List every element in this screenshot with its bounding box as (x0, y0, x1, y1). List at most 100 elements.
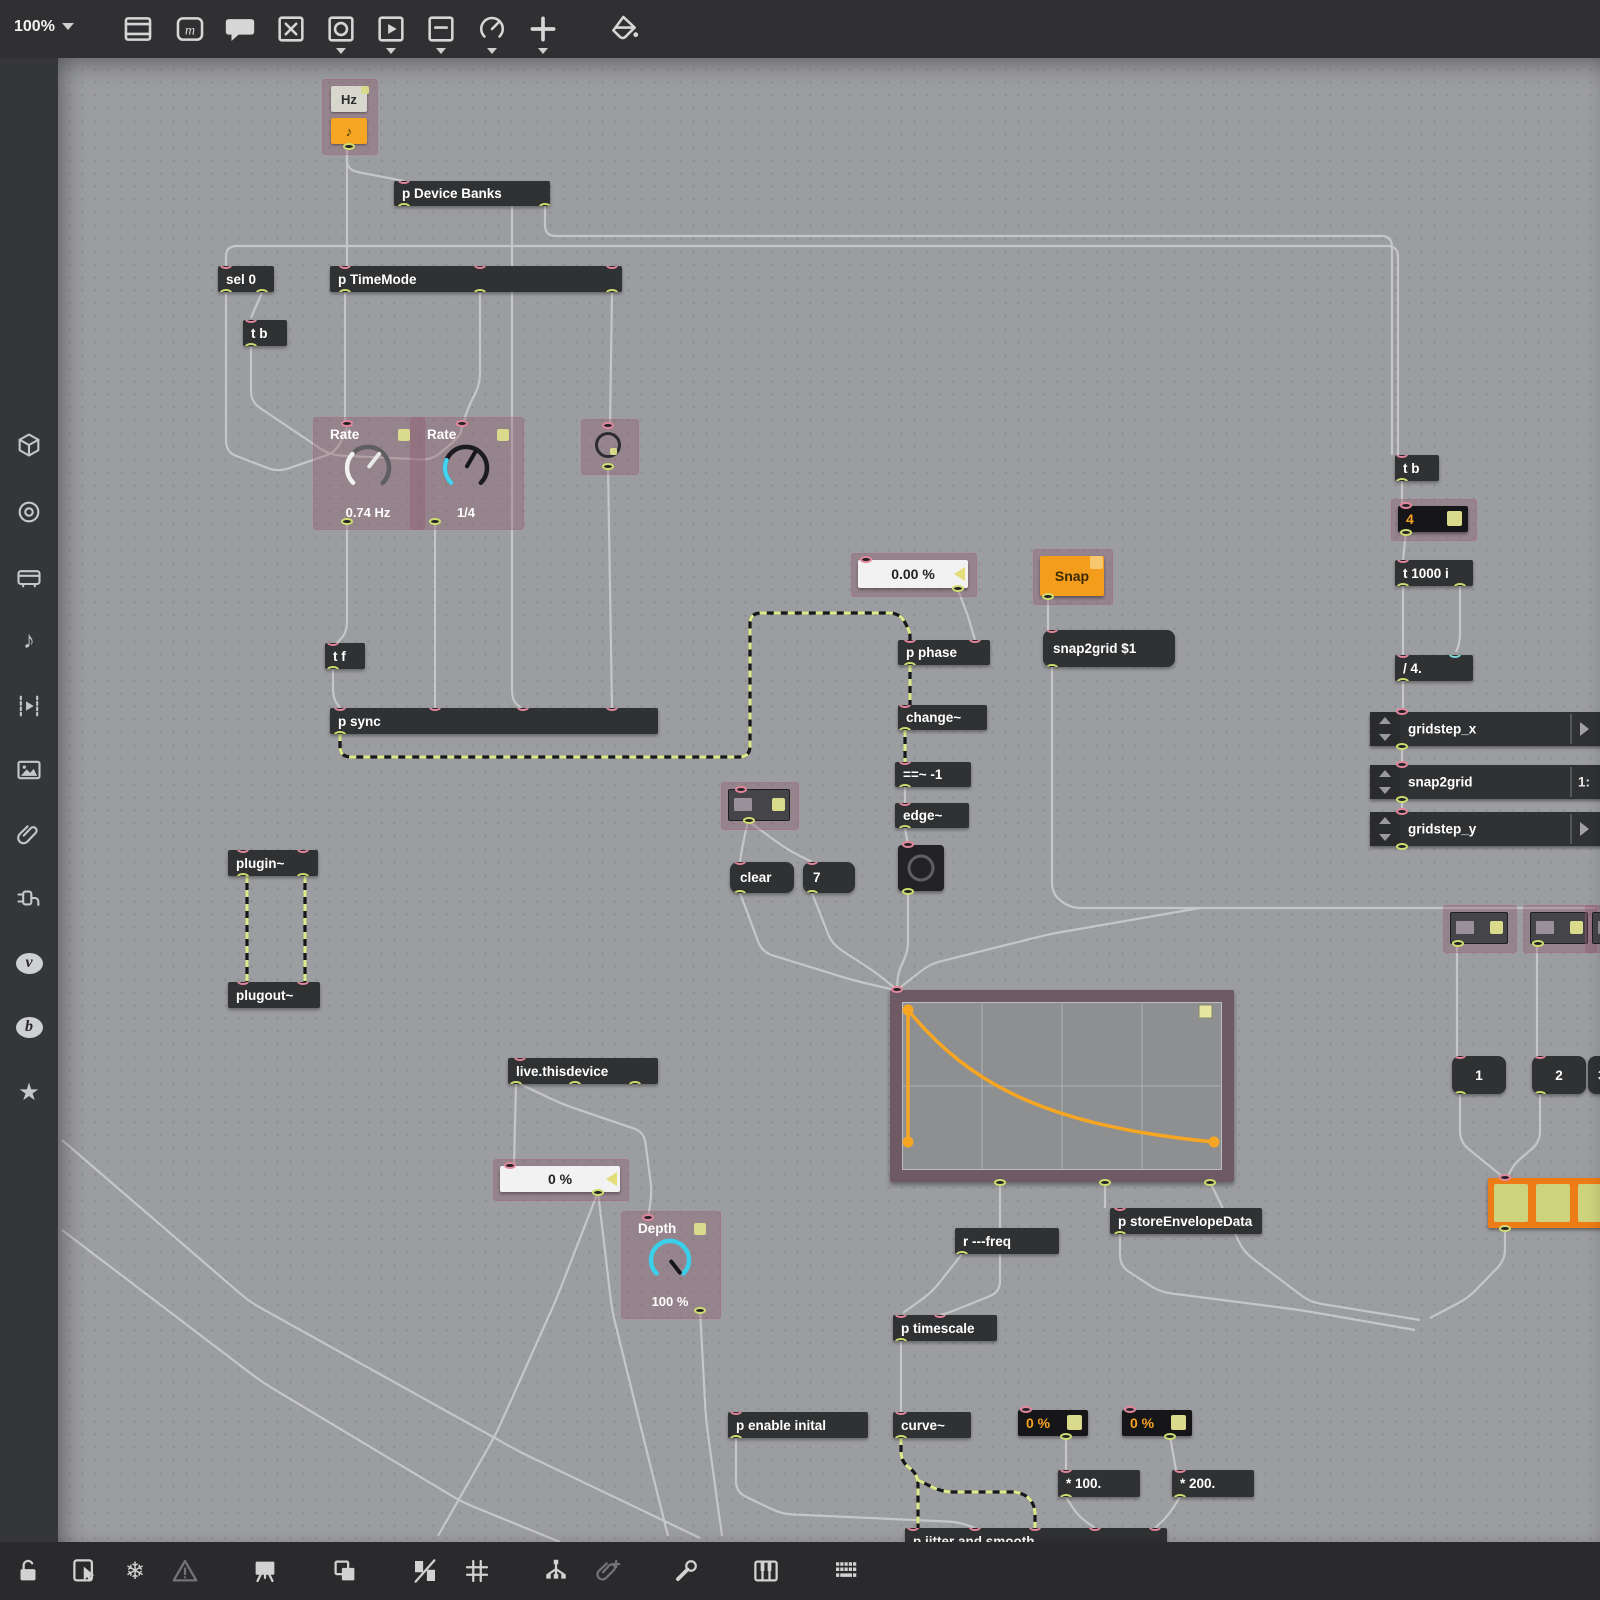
patch-cable[interactable] (463, 293, 480, 424)
patch-cable[interactable] (1120, 1234, 1415, 1330)
outlet-port[interactable] (245, 343, 257, 346)
patch-cable[interactable] (736, 1438, 975, 1528)
patch-cable[interactable] (1507, 1094, 1540, 1178)
inlet-port[interactable] (237, 982, 249, 985)
outlet-port[interactable] (806, 890, 818, 893)
eq-tilde[interactable]: ==~ -1 (895, 762, 971, 787)
audio-icon[interactable] (15, 498, 43, 526)
outlet-port[interactable] (1396, 796, 1408, 803)
outlet-port[interactable] (429, 518, 441, 525)
outlet-port[interactable] (256, 289, 268, 292)
inlet-port[interactable] (474, 266, 486, 269)
t-1000-i[interactable]: t 1000 i (1395, 560, 1473, 586)
inlet-port[interactable] (237, 850, 249, 853)
rate-dial-sync[interactable]: Rate1/4 (417, 424, 515, 521)
outlet-port[interactable] (1099, 1179, 1111, 1186)
debug-warning-icon[interactable] (170, 1556, 200, 1586)
plugin-tilde[interactable]: plugin~ (228, 850, 318, 876)
patch-cable[interactable] (897, 908, 1200, 990)
message-3[interactable]: 3 (1588, 1056, 1600, 1094)
mul-100[interactable]: * 100. (1058, 1470, 1140, 1497)
r-freq[interactable]: r ---freq (955, 1228, 1059, 1254)
attachment-icon[interactable] (15, 821, 43, 849)
div-4[interactable]: / 4. (1395, 655, 1473, 681)
p-phase[interactable]: p phase (898, 640, 990, 665)
outlet-port[interactable] (220, 289, 232, 292)
seven-message[interactable]: 7 (803, 862, 855, 893)
p-enable-inital[interactable]: p enable inital (728, 1412, 868, 1438)
outlet-port[interactable] (327, 666, 339, 669)
inlet-port[interactable] (1397, 560, 1409, 563)
package-icon[interactable] (15, 431, 43, 459)
curve-tilde[interactable]: curve~ (893, 1412, 971, 1438)
live-pct-2[interactable]: 0 % (1122, 1410, 1192, 1436)
outlet-port[interactable] (899, 784, 911, 787)
attrui-snap2grid[interactable]: snap2grid1: (1370, 765, 1600, 799)
inlet-port[interactable] (899, 705, 911, 708)
playbar-icon[interactable] (374, 12, 408, 46)
inlet-port[interactable] (1020, 1406, 1032, 1413)
button-icon[interactable] (324, 12, 358, 46)
outlet-port[interactable] (474, 289, 486, 292)
small-ui-1[interactable] (728, 789, 790, 821)
outlet-port[interactable] (602, 463, 614, 470)
beap-icon[interactable]: b (15, 1013, 43, 1041)
snap-button[interactable]: Snap (1040, 556, 1104, 596)
edge-tilde[interactable]: edge~ (895, 803, 969, 828)
patch-cable[interactable] (251, 293, 262, 318)
inlet-port[interactable] (1396, 761, 1408, 768)
slider-icon[interactable] (424, 12, 458, 46)
live-thisdevice[interactable]: live.thisdevice (508, 1058, 658, 1084)
outlet-port[interactable] (1164, 1433, 1176, 1440)
inlet-port[interactable] (895, 1315, 907, 1318)
inlet-port[interactable] (606, 708, 618, 711)
paint-bucket-icon[interactable] (607, 12, 641, 46)
outlet-port[interactable] (730, 1435, 742, 1438)
patch-cable[interactable] (62, 1230, 560, 1542)
inlet-port[interactable] (297, 982, 309, 985)
outlet-port[interactable] (606, 289, 618, 292)
change-tilde[interactable]: change~ (898, 705, 987, 730)
outlet-port[interactable] (1204, 1179, 1216, 1186)
patch-cable[interactable] (700, 1310, 722, 1536)
radio-cell-1[interactable] (1536, 1184, 1570, 1222)
inlet-port[interactable] (969, 640, 981, 643)
outlet-port[interactable] (237, 873, 249, 876)
small-circle-object[interactable] (588, 426, 630, 466)
bang-button[interactable] (898, 845, 944, 891)
patch-cable[interactable] (812, 893, 897, 990)
outlet-port[interactable] (952, 585, 964, 592)
attrui-gridstep-y[interactable]: gridstep_y (1370, 812, 1600, 846)
select-cursor-icon[interactable] (70, 1556, 100, 1586)
outlet-port[interactable] (1454, 583, 1466, 586)
midi-note-icon[interactable]: ♪ (15, 627, 43, 655)
align-icon[interactable] (410, 1556, 440, 1586)
sel-0[interactable]: sel 0 (218, 266, 274, 292)
p-store-envelope-data[interactable]: p storeEnvelopeData (1110, 1208, 1262, 1234)
phase-number[interactable]: 0.00 % (858, 560, 968, 588)
radiogroup[interactable] (1488, 1178, 1600, 1228)
numeric-keypad-icon[interactable] (831, 1556, 861, 1586)
rate-dial-hz[interactable]: Rate0.74 Hz (320, 424, 416, 521)
patch-cable[interactable] (333, 669, 340, 708)
message-box-icon[interactable]: m (173, 12, 207, 46)
outlet-port[interactable] (1396, 478, 1408, 481)
wrench-icon[interactable] (671, 1556, 701, 1586)
dial-knob[interactable] (646, 1236, 694, 1284)
freeze-icon[interactable]: ❄ (120, 1556, 150, 1586)
clear-message[interactable]: clear (730, 862, 794, 893)
inlet-port[interactable] (734, 862, 746, 865)
duplicate-icon[interactable] (330, 1556, 360, 1586)
slider-icon-dropdown[interactable] (436, 48, 446, 54)
clip-add-icon[interactable] (593, 1556, 623, 1586)
inlet-port[interactable] (902, 841, 914, 848)
t-b-1[interactable]: t b (243, 320, 287, 346)
dial-icon[interactable] (475, 12, 509, 46)
inlet-port[interactable] (934, 1315, 946, 1318)
live-pct-1[interactable]: 0 % (1018, 1410, 1088, 1436)
p-timescale[interactable]: p timescale (893, 1315, 997, 1341)
number-4[interactable]: 4 (1398, 506, 1468, 532)
spinner-up-icon[interactable] (1379, 817, 1391, 824)
piano-icon[interactable] (751, 1556, 781, 1586)
inlet-port[interactable] (904, 640, 916, 643)
